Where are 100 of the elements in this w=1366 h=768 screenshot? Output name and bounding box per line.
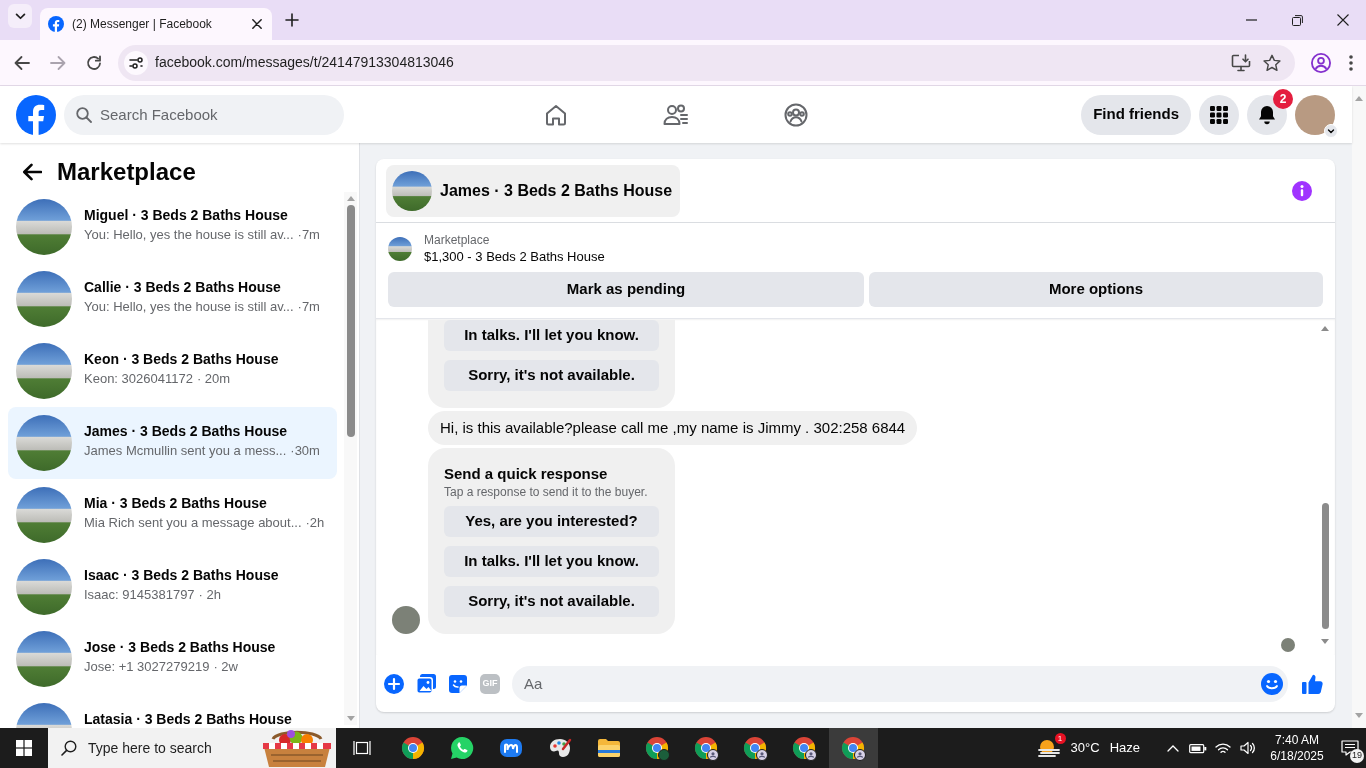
message-time: · 2h — [198, 586, 221, 604]
folder-icon — [596, 738, 621, 758]
sticker-icon[interactable] — [448, 673, 468, 694]
wifi-icon[interactable] — [1214, 741, 1231, 755]
restore-icon[interactable] — [1291, 14, 1303, 26]
message-preview: Isaac: 9145381797 — [84, 586, 195, 604]
plus-icon[interactable] — [285, 13, 299, 27]
add-icon[interactable] — [384, 673, 404, 694]
groups-icon[interactable] — [784, 102, 808, 127]
scrollbar-thumb[interactable] — [346, 205, 355, 437]
reload-icon[interactable] — [86, 54, 102, 71]
volume-icon[interactable] — [1239, 741, 1256, 755]
grid-icon — [1210, 105, 1228, 124]
close-icon[interactable] — [1337, 14, 1349, 26]
menu-icon[interactable] — [1349, 54, 1353, 71]
quick-response-title: Send a quick response — [444, 464, 609, 484]
thumbs-up-icon[interactable] — [1301, 672, 1323, 695]
quick-reply-button[interactable]: In talks. I'll let you know. — [444, 320, 659, 351]
photo-placeholder — [16, 631, 72, 687]
conversation-title: Latasia · 3 Beds 2 Baths House — [84, 710, 292, 728]
message-time: ·2h — [305, 514, 325, 532]
conversation-title: Isaac · 3 Beds 2 Baths House — [84, 566, 279, 584]
emoji-icon[interactable] — [1261, 672, 1283, 695]
close-icon[interactable] — [252, 19, 262, 29]
scroll-down-icon[interactable] — [1321, 639, 1329, 644]
address-bar[interactable]: facebook.com/messages/t/24147913304813046 — [118, 44, 1295, 81]
task-view-icon[interactable] — [353, 740, 371, 756]
profile-icon[interactable] — [1311, 52, 1331, 73]
conversation-item[interactable]: Callie · 3 Beds 2 Baths House You: Hello, yes the house is still av... ·7m — [8, 263, 337, 335]
conversation-item[interactable]: Mia · 3 Beds 2 Baths House Mia Rich sent you a message about... ·2h — [8, 479, 337, 551]
weather-icon[interactable] — [1036, 738, 1061, 758]
weather-badge: 1 — [1054, 733, 1066, 744]
browser-icon — [694, 735, 719, 761]
browser-icon — [743, 735, 768, 761]
image-icon[interactable] — [416, 673, 436, 694]
photo-placeholder — [16, 199, 72, 255]
conversation-item[interactable]: Jose · 3 Beds 2 Baths House Jose: +1 3027279219 · 2w — [8, 623, 337, 695]
conversation-item[interactable]: Keon · 3 Beds 2 Baths House Keon: 3026041172 · 20m — [8, 335, 337, 407]
minimize-icon[interactable] — [1245, 19, 1257, 21]
conversation-title: Keon · 3 Beds 2 Baths House — [84, 350, 279, 368]
notifications-button[interactable] — [1247, 94, 1287, 135]
chevron-up-icon[interactable] — [1166, 744, 1179, 752]
clock-date[interactable]: 6/18/2025 — [1266, 748, 1328, 764]
message-time: ·7m — [297, 298, 320, 316]
scroll-up-icon[interactable] — [1321, 326, 1329, 331]
tab-search-button[interactable] — [8, 4, 32, 28]
taskbar-button[interactable] — [829, 728, 878, 768]
browser-icon — [400, 736, 425, 760]
monitor-download-icon[interactable] — [1231, 53, 1251, 72]
browser-icon — [792, 735, 817, 761]
message-preview: Mia Rich sent you a message about... — [84, 514, 302, 532]
message-preview: Jose: +1 3027279219 — [84, 658, 210, 676]
conversation-title: James · 3 Beds 2 Baths House — [84, 422, 289, 440]
browser-tab[interactable]: (2) Messenger | Facebook — [40, 8, 272, 40]
back-icon[interactable] — [14, 54, 30, 71]
sliders-icon[interactable] — [124, 50, 148, 75]
search-field[interactable]: Search Facebook — [64, 94, 344, 135]
message-preview: James Mcmullin sent you a mess... — [84, 442, 287, 460]
message-preview: Keon: 3026041172 — [84, 370, 193, 388]
message-preview: You: Hello, yes the house is still av... — [84, 226, 294, 244]
battery-icon[interactable] — [1188, 742, 1207, 754]
back-icon[interactable] — [22, 163, 42, 181]
conversation-item[interactable]: Isaac · 3 Beds 2 Baths House Isaac: 9145381797 · 2h — [8, 551, 337, 623]
quick-reply-button[interactable]: Sorry, it's not available. — [444, 586, 659, 617]
notification-count: 19 — [1350, 749, 1364, 763]
home-icon[interactable] — [544, 102, 568, 127]
conversation-item[interactable]: Miguel · 3 Beds 2 Baths House You: Hello, yes the house is still av... ·7m — [8, 191, 337, 263]
seen-avatar — [1281, 638, 1295, 652]
start-icon[interactable] — [16, 740, 32, 756]
message-preview: You: Hello, yes the house is still av... — [84, 298, 294, 316]
chevron-down-icon[interactable] — [1324, 123, 1338, 138]
search-icon — [61, 740, 77, 756]
message-field[interactable]: Aa — [512, 665, 1288, 702]
listing-title[interactable]: $1,300 - 3 Beds 2 Baths House — [424, 248, 605, 266]
conversation-title: James · 3 Beds 2 Baths House — [440, 180, 673, 201]
scrollbar-thumb[interactable] — [1321, 503, 1329, 629]
star-icon[interactable] — [1263, 53, 1281, 72]
logo-icon[interactable] — [16, 94, 56, 135]
scrollbar[interactable] — [344, 192, 357, 725]
people-icon[interactable] — [663, 102, 689, 127]
quick-reply-button[interactable]: In talks. I'll let you know. — [444, 546, 659, 577]
clock-time[interactable]: 7:40 AM — [1266, 732, 1328, 748]
photo-placeholder — [16, 271, 72, 327]
menu-button[interactable] — [1199, 94, 1239, 135]
logo-icon — [48, 16, 64, 32]
info-icon[interactable] — [1292, 180, 1312, 201]
search-icon — [76, 106, 92, 123]
conversation-header[interactable]: James · 3 Beds 2 Baths House — [386, 164, 681, 217]
photo-placeholder — [16, 343, 72, 399]
action-button[interactable]: More options — [869, 272, 1323, 307]
quick-reply-button[interactable]: Sorry, it's not available. — [444, 360, 659, 391]
browser-icon — [645, 735, 670, 761]
conversation-title: Callie · 3 Beds 2 Baths House — [84, 278, 282, 296]
weather-condition: Haze — [1109, 739, 1140, 758]
find-friends-button[interactable]: Find friends — [1081, 94, 1191, 135]
message-time: · 20m — [196, 370, 231, 388]
url-text: facebook.com/messages/t/24147913304813046 — [155, 53, 454, 72]
quick-reply-button[interactable]: Yes, are you interested? — [444, 506, 659, 537]
conversation-item[interactable]: James · 3 Beds 2 Baths House James Mcmullin sent you a mess... ·30m — [8, 407, 337, 479]
action-button[interactable]: Mark as pending — [388, 272, 865, 307]
